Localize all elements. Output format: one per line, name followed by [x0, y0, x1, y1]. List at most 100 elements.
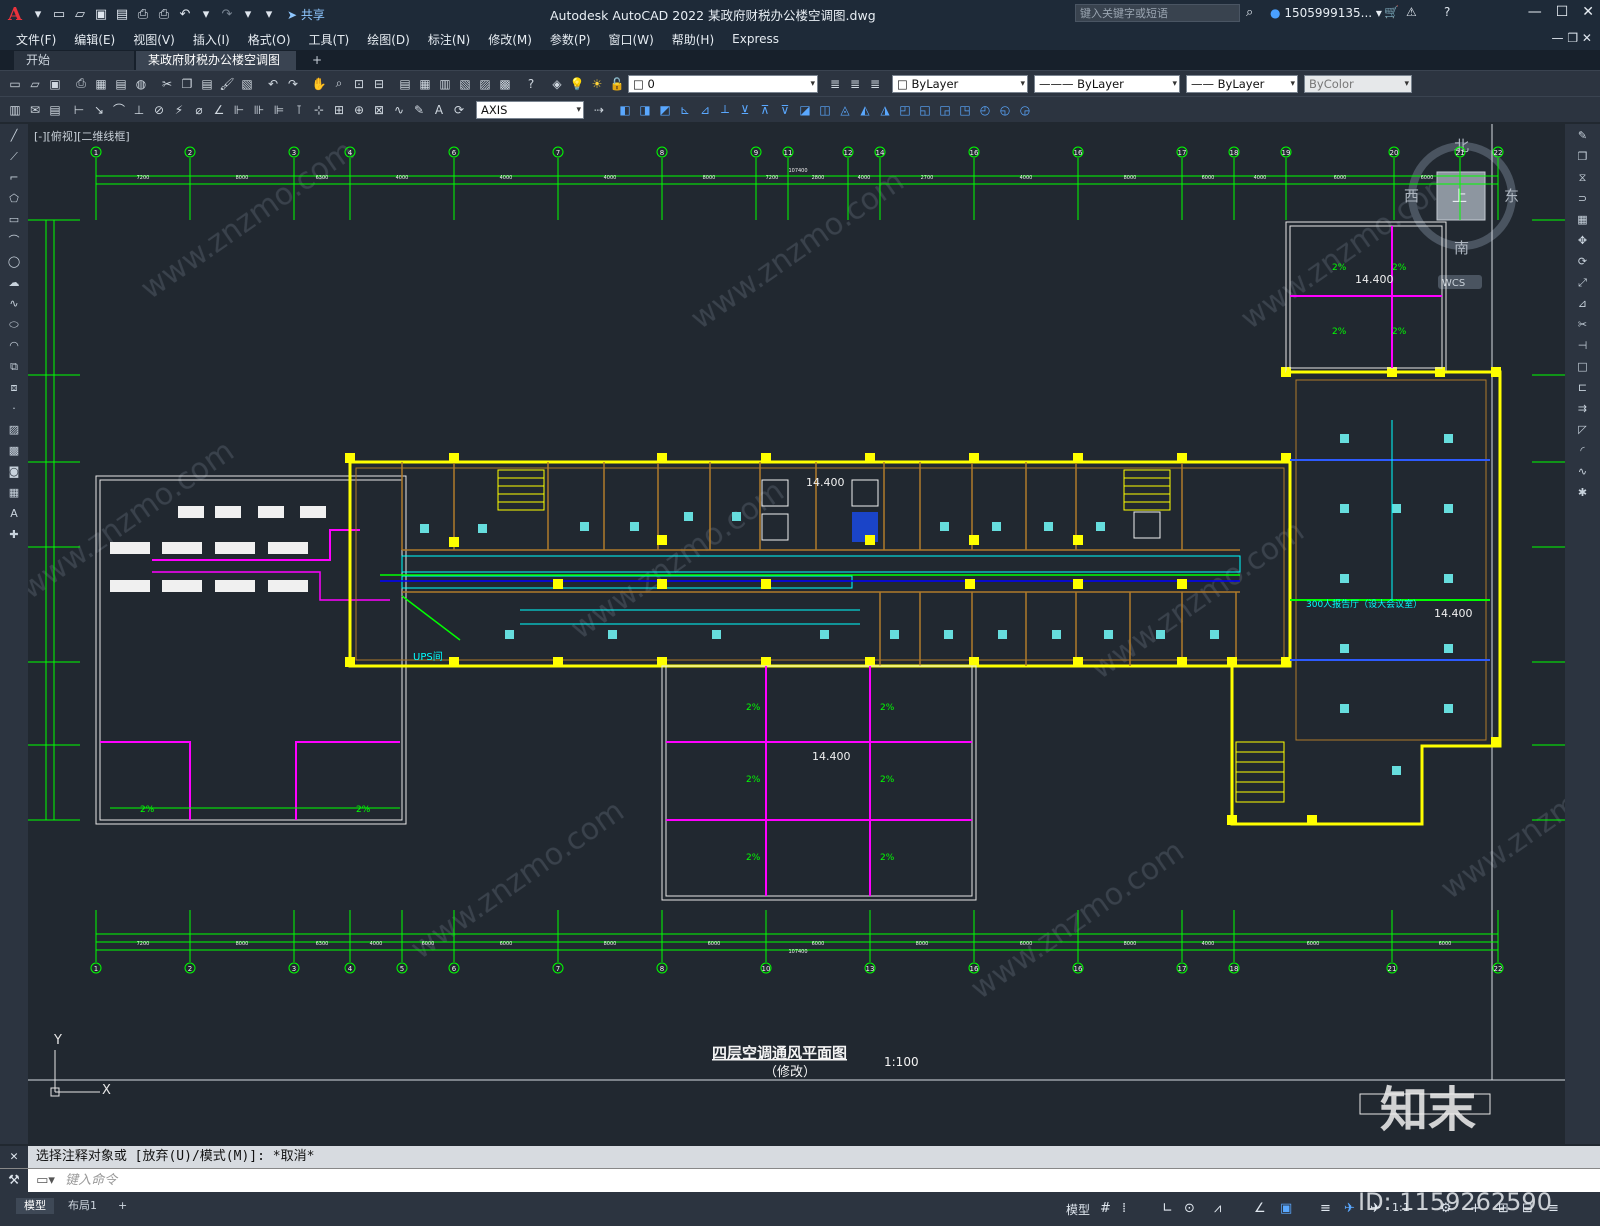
calculator-icon[interactable]: ▩ [496, 75, 514, 93]
ucs-view-icon[interactable]: ◫ [816, 101, 834, 119]
linetype-dropdown[interactable]: ——— ByLayer ▾ [1034, 74, 1180, 93]
ellipse-arc-icon[interactable]: ◠ [3, 337, 25, 355]
view-front-icon[interactable]: ◧ [616, 101, 634, 119]
dim-break-icon[interactable]: ⊹ [310, 101, 328, 119]
tab-model[interactable]: 模型 [16, 1198, 54, 1214]
open-folder-icon[interactable]: ▱ [71, 5, 89, 23]
connect-icon[interactable]: ⚠ [1406, 5, 1417, 19]
ucs-x-icon[interactable]: ◬ [836, 101, 854, 119]
break-icon[interactable]: ⊏ [1572, 379, 1594, 397]
rotate-icon[interactable]: ⟳ [1572, 253, 1594, 271]
doc-window-controls[interactable]: — ❐ ✕ [1552, 31, 1592, 45]
multileader-icon[interactable]: ✉ [26, 101, 44, 119]
scale-icon[interactable]: ⤢ [1572, 274, 1594, 292]
print-icon[interactable]: ⎙ [155, 5, 173, 23]
explode-icon[interactable]: ✱ [1572, 484, 1594, 502]
diameter-icon[interactable]: ⌀ [190, 101, 208, 119]
ucs-y-icon[interactable]: ◭ [856, 101, 874, 119]
redo-dropdown-icon[interactable]: ▾ [239, 5, 257, 23]
match-properties-icon[interactable]: 🖌 [218, 75, 236, 93]
tab-drawing-active[interactable]: 某政府财税办公楼空调图*✕ [136, 51, 296, 86]
linear-dim-icon[interactable]: ⊢ [70, 101, 88, 119]
mirror-icon[interactable]: ⧖ [1572, 169, 1594, 187]
command-prompt-icon[interactable]: ▭▾ [36, 1173, 55, 1188]
user-account[interactable]: ● 1505999135... ▾ [1270, 6, 1382, 20]
menu-parametric[interactable]: 参数(P) [550, 31, 591, 48]
menu-edit[interactable]: 编辑(E) [74, 31, 115, 48]
search-input[interactable]: 键入关键字或短语 [1075, 4, 1240, 22]
drawing-canvas[interactable]: www.znzmo.com www.znzmo.com www.znzmo.co… [28, 124, 1565, 1144]
region-icon[interactable]: ◙ [3, 463, 25, 481]
join-icon[interactable]: ⇉ [1572, 400, 1594, 418]
dimstyle-dropdown[interactable]: AXIS ▾ [476, 100, 584, 119]
layer-lock-icon[interactable]: 🔓 [608, 75, 626, 93]
make-current-layer-icon[interactable]: ≣ [826, 75, 844, 93]
revcloud-icon[interactable]: ☁ [3, 274, 25, 292]
extend-icon[interactable]: ⊣ [1572, 337, 1594, 355]
share-button[interactable]: ➤ 共享 [287, 6, 325, 23]
menu-dimension[interactable]: 标注(N) [428, 31, 470, 48]
help-icon[interactable]: ? [1444, 5, 1450, 19]
visual-style-concept-icon[interactable]: ◵ [996, 101, 1014, 119]
save-as-icon[interactable]: ▤ [113, 5, 131, 23]
ortho-icon[interactable]: ∟ [1162, 1201, 1173, 1216]
plot-icon[interactable]: ⎙ [72, 75, 90, 93]
close-cmd-icon[interactable]: ✕ [0, 1146, 28, 1168]
chamfer-icon[interactable]: ◸ [1572, 421, 1594, 439]
ucs-face-icon[interactable]: ◪ [796, 101, 814, 119]
plot-icon[interactable]: ⎙ [134, 5, 152, 23]
undo-icon[interactable]: ↶ [264, 75, 282, 93]
maximize-icon[interactable]: ☐ [1556, 4, 1569, 20]
offset-icon[interactable]: ⊃ [1572, 190, 1594, 208]
save-icon[interactable]: ▣ [46, 75, 64, 93]
menu-tools[interactable]: 工具(T) [309, 31, 350, 48]
arc-icon[interactable]: ⌒ [3, 232, 25, 250]
angular-icon[interactable]: ∠ [210, 101, 228, 119]
autocad-logo-icon[interactable]: A [4, 4, 26, 25]
menu-view[interactable]: 视图(V) [133, 31, 175, 48]
layer-sun-icon[interactable]: ☀ [588, 75, 606, 93]
menu-format[interactable]: 格式(O) [248, 31, 291, 48]
layer-state-icon[interactable]: ≣ [866, 75, 884, 93]
zoom-realtime-icon[interactable]: ⌕ [330, 75, 348, 93]
make-block-icon[interactable]: ⧈ [3, 379, 25, 397]
dim-override-icon[interactable]: ⇢ [590, 101, 608, 119]
cart-icon[interactable]: 🛒 [1384, 5, 1399, 19]
search-icon[interactable]: ⌕ [1246, 5, 1253, 20]
arc-length-icon[interactable]: ⌒ [110, 101, 128, 119]
move-icon[interactable]: ✥ [1572, 232, 1594, 250]
ordinate-icon[interactable]: ⊥ [130, 101, 148, 119]
new-tab-button[interactable]: + [300, 51, 326, 70]
dimension-style-icon[interactable]: ▥ [6, 101, 24, 119]
add-selected-icon[interactable]: ✚ [3, 526, 25, 544]
erase-icon[interactable]: ✎ [1572, 127, 1594, 145]
zoom-window-icon[interactable]: ⊡ [350, 75, 368, 93]
continue-icon[interactable]: ⊫ [270, 101, 288, 119]
visual-style-wire-icon[interactable]: ◲ [936, 101, 954, 119]
spline-icon[interactable]: ∿ [3, 295, 25, 313]
plotstyle-dropdown[interactable]: ByColor ▾ [1304, 74, 1412, 93]
dim-edit-icon[interactable]: ✎ [410, 101, 428, 119]
table-icon[interactable]: ▦ [3, 484, 25, 502]
annotation-visibility-icon[interactable]: ✈ [1344, 1201, 1355, 1216]
polyline-icon[interactable]: ⌐ [3, 169, 25, 187]
model-space-button[interactable]: 模型 [1066, 1201, 1090, 1218]
lineweight-dropdown[interactable]: —— ByLayer ▾ [1186, 74, 1298, 93]
lineweight-icon[interactable]: ≡ [1320, 1201, 1331, 1216]
3d-print-icon[interactable]: ◍ [132, 75, 150, 93]
ucs-world-icon[interactable]: ⊿ [696, 101, 714, 119]
ucs-zaxis-icon[interactable]: ⊻ [736, 101, 754, 119]
radius-icon[interactable]: ⊘ [150, 101, 168, 119]
circle-icon[interactable]: ◯ [3, 253, 25, 271]
copy-object-icon[interactable]: ❐ [1572, 148, 1594, 166]
jogged-icon[interactable]: ⚡ [170, 101, 188, 119]
tolerance-icon[interactable]: ⊞ [330, 101, 348, 119]
gradient-icon[interactable]: ▩ [3, 442, 25, 460]
menu-draw[interactable]: 绘图(D) [367, 31, 410, 48]
open-icon[interactable]: ▱ [26, 75, 44, 93]
tab-start[interactable]: 开始 [14, 51, 134, 70]
menu-file[interactable]: 文件(F) [16, 31, 56, 48]
undo-icon[interactable]: ↶ [176, 5, 194, 23]
viewport-controls[interactable]: [-][俯视][二维线框] [34, 128, 130, 144]
osnap-icon[interactable]: ▣ [1280, 1201, 1292, 1216]
